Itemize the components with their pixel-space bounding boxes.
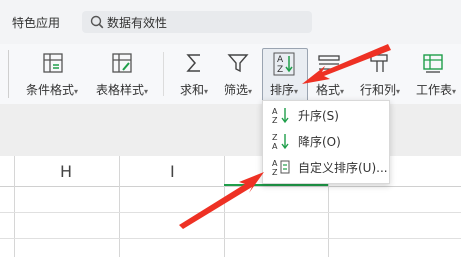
column-divider	[14, 156, 15, 257]
chevron-down-icon: ▾	[204, 87, 209, 96]
conditional-format-button[interactable]: 条件格式▾	[22, 44, 82, 104]
active-column-indicator	[224, 184, 328, 186]
rows-cols-icon	[370, 54, 388, 72]
svg-text:Z: Z	[272, 116, 278, 124]
column-divider	[119, 156, 120, 257]
sum-label: 求和	[179, 83, 204, 97]
chevron-down-icon: ▾	[248, 87, 253, 96]
rows-cols-button[interactable]: 行和列▾	[354, 44, 406, 104]
menu-special-apps[interactable]: 特色应用	[12, 14, 60, 31]
worksheet-icon	[423, 54, 443, 73]
sort-ascending-label: 升序(S)	[298, 109, 339, 123]
chevron-down-icon: ▾	[452, 87, 457, 96]
conditional-format-icon	[43, 53, 63, 73]
sort-button[interactable]: A Z 排序▾	[262, 44, 308, 104]
filter-label: 筛选	[223, 83, 248, 97]
table-style-button[interactable]: 表格样式▾	[92, 44, 152, 104]
svg-text:A: A	[272, 142, 278, 150]
worksheet-button[interactable]: 工作表▾	[410, 44, 461, 104]
chevron-down-icon: ▾	[396, 87, 401, 96]
svg-text:Z: Z	[272, 168, 278, 176]
chevron-down-icon: ▾	[294, 87, 299, 96]
chevron-down-icon: ▾	[340, 87, 345, 96]
sort-ascending-item[interactable]: A Z 升序(S)	[263, 103, 389, 127]
search-input[interactable]: 数据有效性	[82, 11, 312, 33]
format-icon	[318, 55, 340, 70]
sort-descending-icon: Z A	[272, 133, 289, 150]
sigma-icon	[186, 54, 200, 72]
chevron-down-icon: ▾	[74, 87, 79, 96]
ribbon-scroll-left[interactable]	[0, 50, 9, 98]
svg-text:A: A	[272, 107, 278, 116]
rows-cols-label: 行和列	[359, 83, 396, 97]
sort-dropdown-menu: A Z 升序(S) Z A 降序(O) A Z 自定义排序(U)...	[262, 100, 390, 184]
filter-button[interactable]: 筛选▾	[218, 44, 258, 104]
format-label: 格式	[315, 83, 340, 97]
custom-sort-label: 自定义排序(U)...	[298, 161, 388, 175]
svg-text:A: A	[272, 159, 278, 168]
ribbon-separator	[163, 52, 164, 96]
sort-ascending-icon: A Z	[272, 107, 289, 124]
top-menu-bar: 特色应用 数据有效性	[0, 0, 461, 44]
row-divider	[0, 212, 461, 213]
svg-text:A: A	[277, 55, 284, 65]
custom-sort-icon: A Z	[272, 159, 290, 176]
row-divider	[0, 238, 461, 239]
sort-descending-item[interactable]: Z A 降序(O)	[263, 129, 389, 153]
sort-descending-label: 降序(O)	[298, 135, 341, 149]
svg-text:Z: Z	[272, 133, 278, 142]
conditional-format-label: 条件格式	[25, 83, 74, 97]
ribbon-toolbar: 条件格式▾ 表格样式▾ 求和▾ 筛选▾ A Z 排序▾ 格式▾ 行和列▾ 工作表…	[0, 44, 461, 105]
column-header-i[interactable]: I	[170, 162, 175, 181]
worksheet-label: 工作表	[415, 83, 452, 97]
sheet-toolbar-area	[0, 104, 461, 156]
table-style-label: 表格样式	[95, 83, 144, 97]
format-button[interactable]: 格式▾	[310, 44, 350, 104]
chevron-down-icon: ▾	[144, 87, 149, 96]
column-header-row: H I	[0, 156, 461, 187]
svg-text:Z: Z	[277, 65, 283, 75]
search-text: 数据有效性	[107, 16, 168, 30]
sort-az-icon: A Z	[273, 52, 295, 76]
sum-button[interactable]: 求和▾	[174, 44, 214, 104]
filter-icon	[227, 54, 249, 73]
sort-label: 排序	[269, 83, 294, 97]
custom-sort-item[interactable]: A Z 自定义排序(U)...	[263, 155, 389, 179]
column-header-h[interactable]: H	[60, 162, 72, 181]
column-divider	[224, 156, 225, 257]
search-icon	[90, 15, 104, 29]
table-style-icon	[112, 53, 132, 73]
